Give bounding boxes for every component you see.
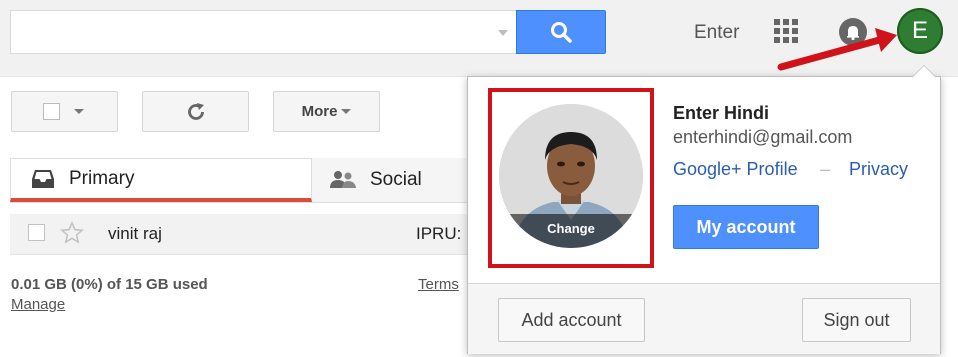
add-account-button[interactable]: Add account — [498, 298, 645, 342]
change-photo-button[interactable]: Change — [499, 214, 643, 248]
account-name: Enter Hindi — [673, 103, 770, 123]
search-input[interactable] — [17, 12, 491, 54]
email-sender: vinit raj — [108, 224, 162, 243]
my-account-button[interactable]: My account — [673, 205, 819, 249]
search-icon — [551, 22, 572, 43]
tab-social[interactable]: Social — [312, 158, 472, 202]
profile-photo[interactable]: Change — [499, 104, 643, 248]
terms-link[interactable]: Terms — [418, 276, 459, 293]
more-button[interactable]: More — [273, 91, 380, 132]
annotation-arrow-icon — [777, 28, 897, 71]
manage-link[interactable]: Manage — [11, 296, 65, 313]
search-options-dropdown[interactable] — [498, 30, 508, 36]
storage-usage: 0.01 GB (0%) of 15 GB used — [11, 276, 208, 293]
header-user-name[interactable]: Enter — [694, 22, 739, 44]
chevron-down-icon — [341, 109, 352, 114]
star-icon[interactable] — [60, 221, 84, 245]
popup-footer: Add account Sign out — [468, 283, 940, 354]
refresh-icon — [187, 102, 204, 120]
tab-primary-label: Primary — [69, 167, 135, 189]
email-subject: IPRU: — [416, 224, 462, 243]
tab-primary[interactable]: Primary — [10, 158, 312, 202]
search-box — [10, 10, 516, 54]
select-all-checkbox[interactable] — [43, 103, 60, 120]
sign-out-button[interactable]: Sign out — [802, 298, 911, 342]
chevron-down-icon — [74, 109, 84, 114]
account-popup: Change Enter Hindi enterhindi@gmail.com … — [467, 65, 941, 354]
privacy-link[interactable]: Privacy — [849, 159, 908, 180]
select-all-button[interactable] — [11, 91, 118, 132]
people-icon — [330, 171, 356, 188]
google-plus-profile-link[interactable]: Google+ Profile — [673, 159, 798, 180]
search-button[interactable] — [516, 10, 606, 54]
popup-pointer — [912, 65, 936, 77]
email-row[interactable]: vinit raj IPRU: — [10, 214, 470, 255]
inbox-icon — [32, 169, 54, 188]
account-email: enterhindi@gmail.com — [673, 127, 853, 147]
refresh-button[interactable] — [142, 91, 249, 132]
tab-social-label: Social — [370, 169, 422, 190]
more-label: More — [301, 103, 338, 120]
row-checkbox[interactable] — [28, 224, 45, 241]
category-tabs: Primary Social — [10, 158, 472, 203]
link-separator: – — [820, 159, 831, 179]
